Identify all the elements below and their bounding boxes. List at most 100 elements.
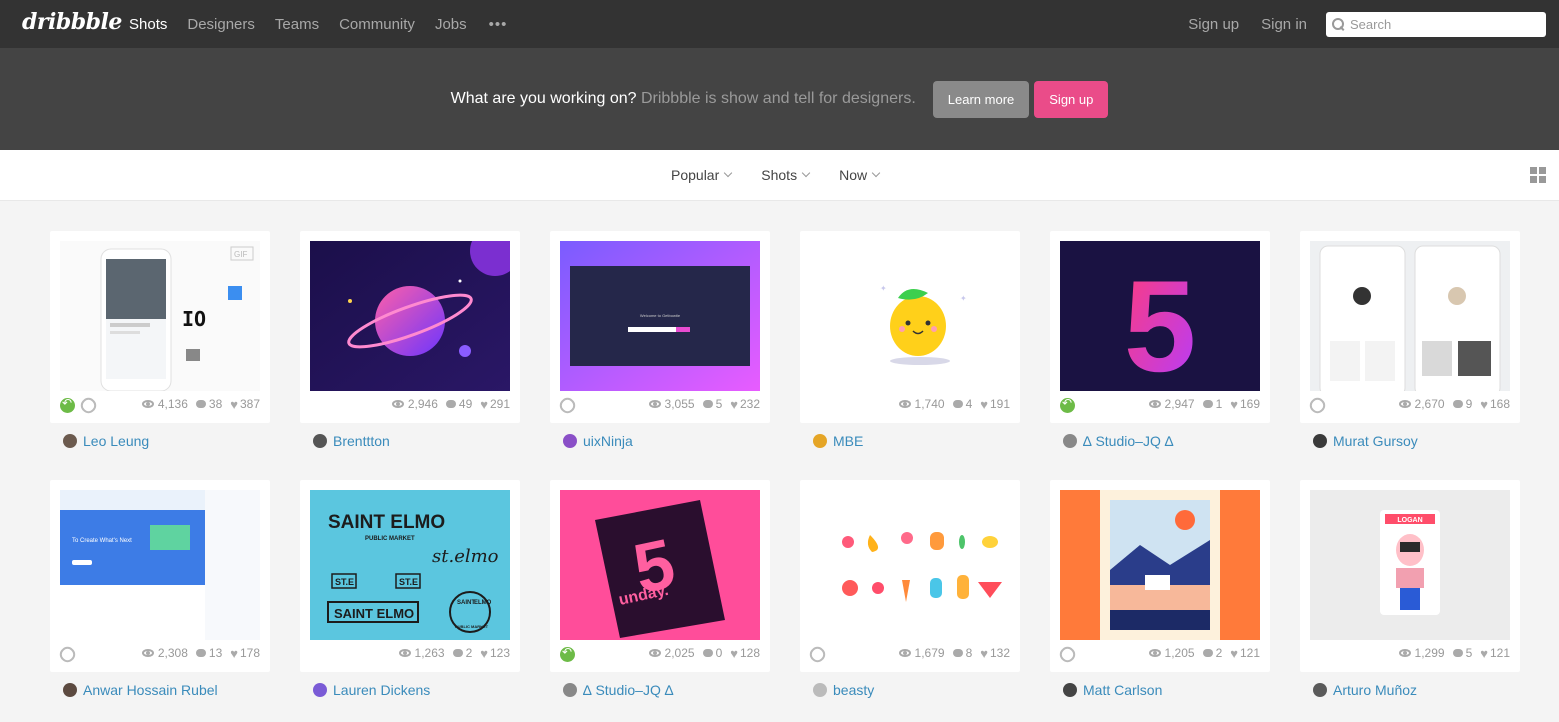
nav-shots[interactable]: Shots [129, 16, 167, 33]
header-sign-up-link[interactable]: Sign up [1188, 16, 1239, 33]
filter-shots[interactable]: Shots [761, 167, 811, 183]
shot-thumbnail[interactable] [810, 490, 1010, 640]
dribbble-logo[interactable]: dribbble [22, 9, 122, 35]
shot-card: To Create What's Next 2,308 13 ♥ 178 Anwa… [50, 480, 270, 698]
author-name[interactable]: Leo Leung [83, 433, 149, 449]
avatar[interactable] [313, 434, 327, 448]
likes-count: 178 [239, 646, 260, 660]
filter-now-label: Now [839, 167, 868, 183]
shot-thumbnail[interactable] [1060, 490, 1260, 640]
shot-stats: 2,670 9 ♥ 168 [1391, 397, 1510, 411]
comments-count: 0 [715, 646, 723, 660]
heart-icon: ♥ [1480, 396, 1488, 412]
banner-sign-up-button[interactable]: Sign up [1034, 80, 1109, 118]
shot-thumbnail[interactable]: LOGAN [1310, 490, 1510, 640]
avatar[interactable] [813, 434, 827, 448]
shot-thumbnail[interactable]: 5 unday. [560, 490, 760, 640]
filter-now[interactable]: Now [839, 167, 881, 183]
shot-author: Matt Carlson [1063, 682, 1270, 698]
attachment-icon[interactable] [806, 643, 829, 666]
author-name[interactable]: uixNinja [583, 433, 633, 449]
author-name[interactable]: Murat Gursoy [1333, 433, 1418, 449]
author-name[interactable]: ∆ Studio–JQ ∆ [1083, 433, 1173, 449]
author-name[interactable]: Matt Carlson [1083, 682, 1162, 698]
shot8-saint-elmo: SAINT ELMO [328, 512, 445, 533]
shot-stats: 1,205 2 ♥ 121 [1141, 646, 1260, 660]
attachment-icon[interactable] [556, 394, 579, 417]
avatar[interactable] [63, 683, 77, 697]
avatar[interactable] [63, 434, 77, 448]
filter-popular[interactable]: Popular [671, 167, 733, 183]
comments-count: 5 [715, 397, 723, 411]
shot-thumbnail[interactable] [310, 241, 510, 391]
rebound-icon[interactable] [560, 645, 575, 662]
comments-count: 1 [1215, 397, 1223, 411]
learn-more-button[interactable]: Learn more [932, 80, 1030, 118]
shot7-left-title: To Create What's Next [72, 538, 132, 544]
heart-icon: ♥ [1480, 645, 1488, 661]
author-name[interactable]: MBE [833, 433, 863, 449]
rebound-icon[interactable] [60, 396, 75, 413]
shot-thumbnail[interactable]: To Create What's Next [60, 490, 260, 640]
views-icon [141, 649, 154, 657]
likes-count: 232 [739, 397, 760, 411]
shot5-number: 5 [1124, 253, 1196, 391]
shot8-st-elmo: st.elmo [432, 546, 499, 567]
shot-author: Brenttton [313, 433, 520, 449]
nav-jobs[interactable]: Jobs [435, 16, 467, 33]
shot-thumbnail[interactable]: SAINT ELMO PUBLIC MARKET st.elmo SAINT E… [310, 490, 510, 640]
nav-teams[interactable]: Teams [275, 16, 319, 33]
more-dots-icon[interactable]: ••• [489, 16, 508, 33]
views-count: 1,740 [914, 397, 945, 411]
banner-question: What are you working on? [450, 90, 637, 107]
shot-author: Murat Gursoy [1313, 433, 1520, 449]
header-sign-in-link[interactable]: Sign in [1261, 16, 1307, 33]
likes-count: 169 [1239, 397, 1260, 411]
avatar[interactable] [1063, 434, 1077, 448]
likes-count: 291 [489, 397, 510, 411]
search-input[interactable] [1350, 17, 1530, 32]
author-name[interactable]: beasty [833, 682, 874, 698]
shot-thumbnail[interactable]: IO GIF [60, 241, 260, 391]
shot-thumbnail[interactable]: ✦ ✦ [810, 241, 1010, 391]
shot-thumbnail[interactable] [1310, 241, 1510, 391]
heart-icon: ♥ [730, 396, 738, 412]
avatar[interactable] [1063, 683, 1077, 697]
avatar[interactable] [313, 683, 327, 697]
views-icon [898, 400, 911, 408]
shot-author: Lauren Dickens [313, 682, 520, 698]
attachment-icon[interactable] [1056, 643, 1079, 666]
nav-community[interactable]: Community [339, 16, 415, 33]
filter-popular-label: Popular [671, 167, 720, 183]
chevron-down-icon [801, 168, 811, 178]
author-name[interactable]: Lauren Dickens [333, 682, 430, 698]
attachment-icon[interactable] [56, 643, 79, 666]
shot-stats: 2,947 1 ♥ 169 [1141, 397, 1260, 411]
avatar[interactable] [1313, 683, 1327, 697]
author-name[interactable]: Anwar Hossain Rubel [83, 682, 218, 698]
avatar[interactable] [563, 683, 577, 697]
author-name[interactable]: Brenttton [333, 433, 390, 449]
views-icon [1148, 649, 1161, 657]
filter-shots-label: Shots [761, 167, 798, 183]
avatar[interactable] [563, 434, 577, 448]
attachment-icon[interactable] [77, 394, 100, 417]
comments-count: 4 [965, 397, 973, 411]
banner-subtitle: Dribbble is show and tell for designers. [640, 90, 916, 107]
author-name[interactable]: ∆ Studio–JQ ∆ [583, 682, 673, 698]
shot-thumbnail[interactable]: 5 [1060, 241, 1260, 391]
author-name[interactable]: Arturo Muñoz [1333, 682, 1417, 698]
attachment-icon[interactable] [1306, 394, 1329, 417]
shot-thumbnail[interactable]: Welcome to Getbowtie [560, 241, 760, 391]
rebound-icon[interactable] [1060, 396, 1075, 413]
likes-count: 132 [989, 646, 1010, 660]
avatar[interactable] [813, 683, 827, 697]
comments-icon [702, 649, 713, 657]
avatar[interactable] [1313, 434, 1327, 448]
grid-view-icon[interactable] [1530, 167, 1546, 183]
likes-count: 128 [739, 646, 760, 660]
shot-author: Leo Leung [63, 433, 270, 449]
views-count: 4,136 [157, 397, 188, 411]
views-icon [648, 649, 661, 657]
nav-designers[interactable]: Designers [187, 16, 255, 33]
